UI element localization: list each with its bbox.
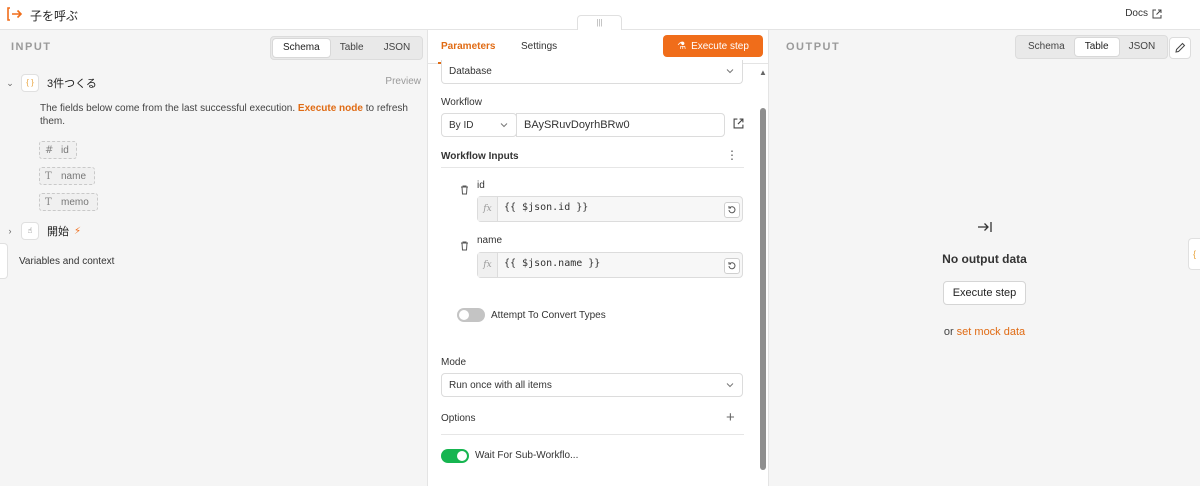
start-node-name: 開始 (47, 226, 69, 238)
set-mock-data-link[interactable]: set mock data (957, 326, 1025, 338)
schema-field-id[interactable]: # id (39, 141, 77, 159)
output-section-label: OUTPUT (786, 41, 841, 53)
divider (441, 434, 744, 435)
docs-link[interactable]: Docs (1125, 8, 1162, 19)
output-execute-step-button[interactable]: Execute step (942, 281, 1027, 305)
workflow-mode-select[interactable]: By ID (441, 113, 517, 137)
text-type-icon: T (45, 196, 52, 208)
mode-select[interactable]: Run once with all items (441, 373, 743, 397)
collapse-left-tab[interactable] (0, 243, 8, 279)
scrollbar[interactable] (760, 108, 766, 470)
divider (441, 167, 744, 168)
reset-icon[interactable] (724, 202, 740, 218)
tab-parameters[interactable]: Parameters (441, 41, 495, 52)
output-view-schema[interactable]: Schema (1018, 38, 1075, 56)
execute-node-link[interactable]: Execute node (298, 103, 363, 114)
input-field-label: name (477, 235, 503, 246)
chevron-down-icon (726, 69, 734, 74)
reset-icon[interactable] (724, 258, 740, 274)
options-label: Options (441, 413, 476, 424)
output-view-switcher: Schema Table JSON (1015, 35, 1169, 59)
output-view-json[interactable]: JSON (1119, 38, 1166, 56)
input-view-table[interactable]: Table (330, 39, 374, 57)
input-panel: INPUT Schema Table JSON ⌄ { } 3件つくる Prev… (0, 30, 428, 486)
flask-icon: ⚗ (677, 40, 687, 52)
external-link-icon[interactable] (733, 118, 744, 129)
input-field-label: id (477, 180, 485, 191)
no-output-title: No output data (942, 252, 1027, 266)
schema-field-memo[interactable]: T memo (39, 193, 98, 211)
node-title[interactable]: 子を呼ぶ (30, 7, 78, 24)
external-link-icon (1152, 9, 1162, 18)
source-select[interactable]: Database (441, 60, 743, 84)
param-tabs: Parameters Settings ⚗ Execute step (428, 30, 769, 64)
wait-subworkflow-label: Wait For Sub-Workflo... (475, 450, 579, 461)
workflow-id-input[interactable]: BAySRuvDoyrhBRw0 (516, 113, 725, 137)
add-option-icon[interactable]: + (726, 409, 735, 426)
mock-data-line: or set mock data (943, 326, 1026, 338)
pointer-icon: ☝ (21, 222, 39, 240)
variables-context[interactable]: Variables and context (19, 256, 114, 267)
hash-icon: # (45, 144, 54, 156)
input-node-start[interactable]: › ☝ 開始 ⚡ (0, 220, 428, 242)
workflow-label: Workflow (441, 97, 482, 108)
more-options-icon[interactable]: ⋮ (726, 148, 738, 162)
input-view-schema[interactable]: Schema (273, 39, 330, 57)
expression-input-name[interactable]: fx {{ $json.name }} (477, 252, 743, 278)
output-execute-wrap: Execute step (769, 281, 1200, 305)
exit-arrow-icon (978, 222, 992, 232)
fx-icon: fx (478, 197, 498, 221)
trash-icon[interactable] (460, 241, 469, 251)
convert-types-label: Attempt To Convert Types (491, 310, 606, 321)
fx-icon: fx (478, 253, 498, 277)
parameters-panel: Parameters Settings ⚗ Execute step Datab… (428, 30, 769, 486)
tab-settings[interactable]: Settings (521, 41, 557, 52)
braces-icon[interactable]: { (1188, 238, 1200, 270)
expression-input-id[interactable]: fx {{ $json.id }} (477, 196, 743, 222)
trash-icon[interactable] (460, 185, 469, 195)
input-node-name: 3件つくる (47, 78, 97, 90)
schema-info-text: The fields below come from the last succ… (40, 103, 408, 127)
docs-label: Docs (1125, 8, 1148, 19)
pencil-icon (1175, 42, 1186, 53)
text-type-icon: T (45, 170, 52, 182)
braces-icon: { } (21, 74, 39, 92)
edit-output-button[interactable] (1169, 37, 1191, 59)
chevron-down-icon[interactable]: ⌄ (4, 78, 16, 89)
chevron-down-icon (726, 383, 734, 388)
convert-types-toggle[interactable] (457, 308, 485, 322)
schema-field-name[interactable]: T name (39, 167, 95, 185)
scroll-up-icon[interactable]: ▲ (759, 68, 767, 77)
execute-step-button[interactable]: ⚗ Execute step (663, 35, 763, 57)
output-view-table[interactable]: Table (1074, 38, 1119, 56)
input-section-label: INPUT (11, 41, 52, 53)
panel-drag-handle[interactable]: ||| (577, 15, 622, 31)
output-panel: OUTPUT Schema Table JSON No output data … (769, 30, 1200, 486)
workflow-inputs-label: Workflow Inputs (441, 151, 519, 162)
chevron-right-icon[interactable]: › (4, 226, 16, 236)
lightning-icon: ⚡ (74, 225, 82, 237)
input-node-3[interactable]: ⌄ { } 3件つくる Preview (0, 72, 428, 94)
wait-subworkflow-toggle[interactable] (441, 449, 469, 463)
mode-label: Mode (441, 357, 467, 368)
exit-node-icon[interactable] (6, 5, 24, 23)
chevron-down-icon (500, 123, 508, 128)
top-bar: 子を呼ぶ ||| Docs (0, 0, 1200, 31)
preview-label: Preview (385, 76, 421, 87)
input-view-switcher: Schema Table JSON (270, 36, 424, 60)
input-view-json[interactable]: JSON (374, 39, 421, 57)
